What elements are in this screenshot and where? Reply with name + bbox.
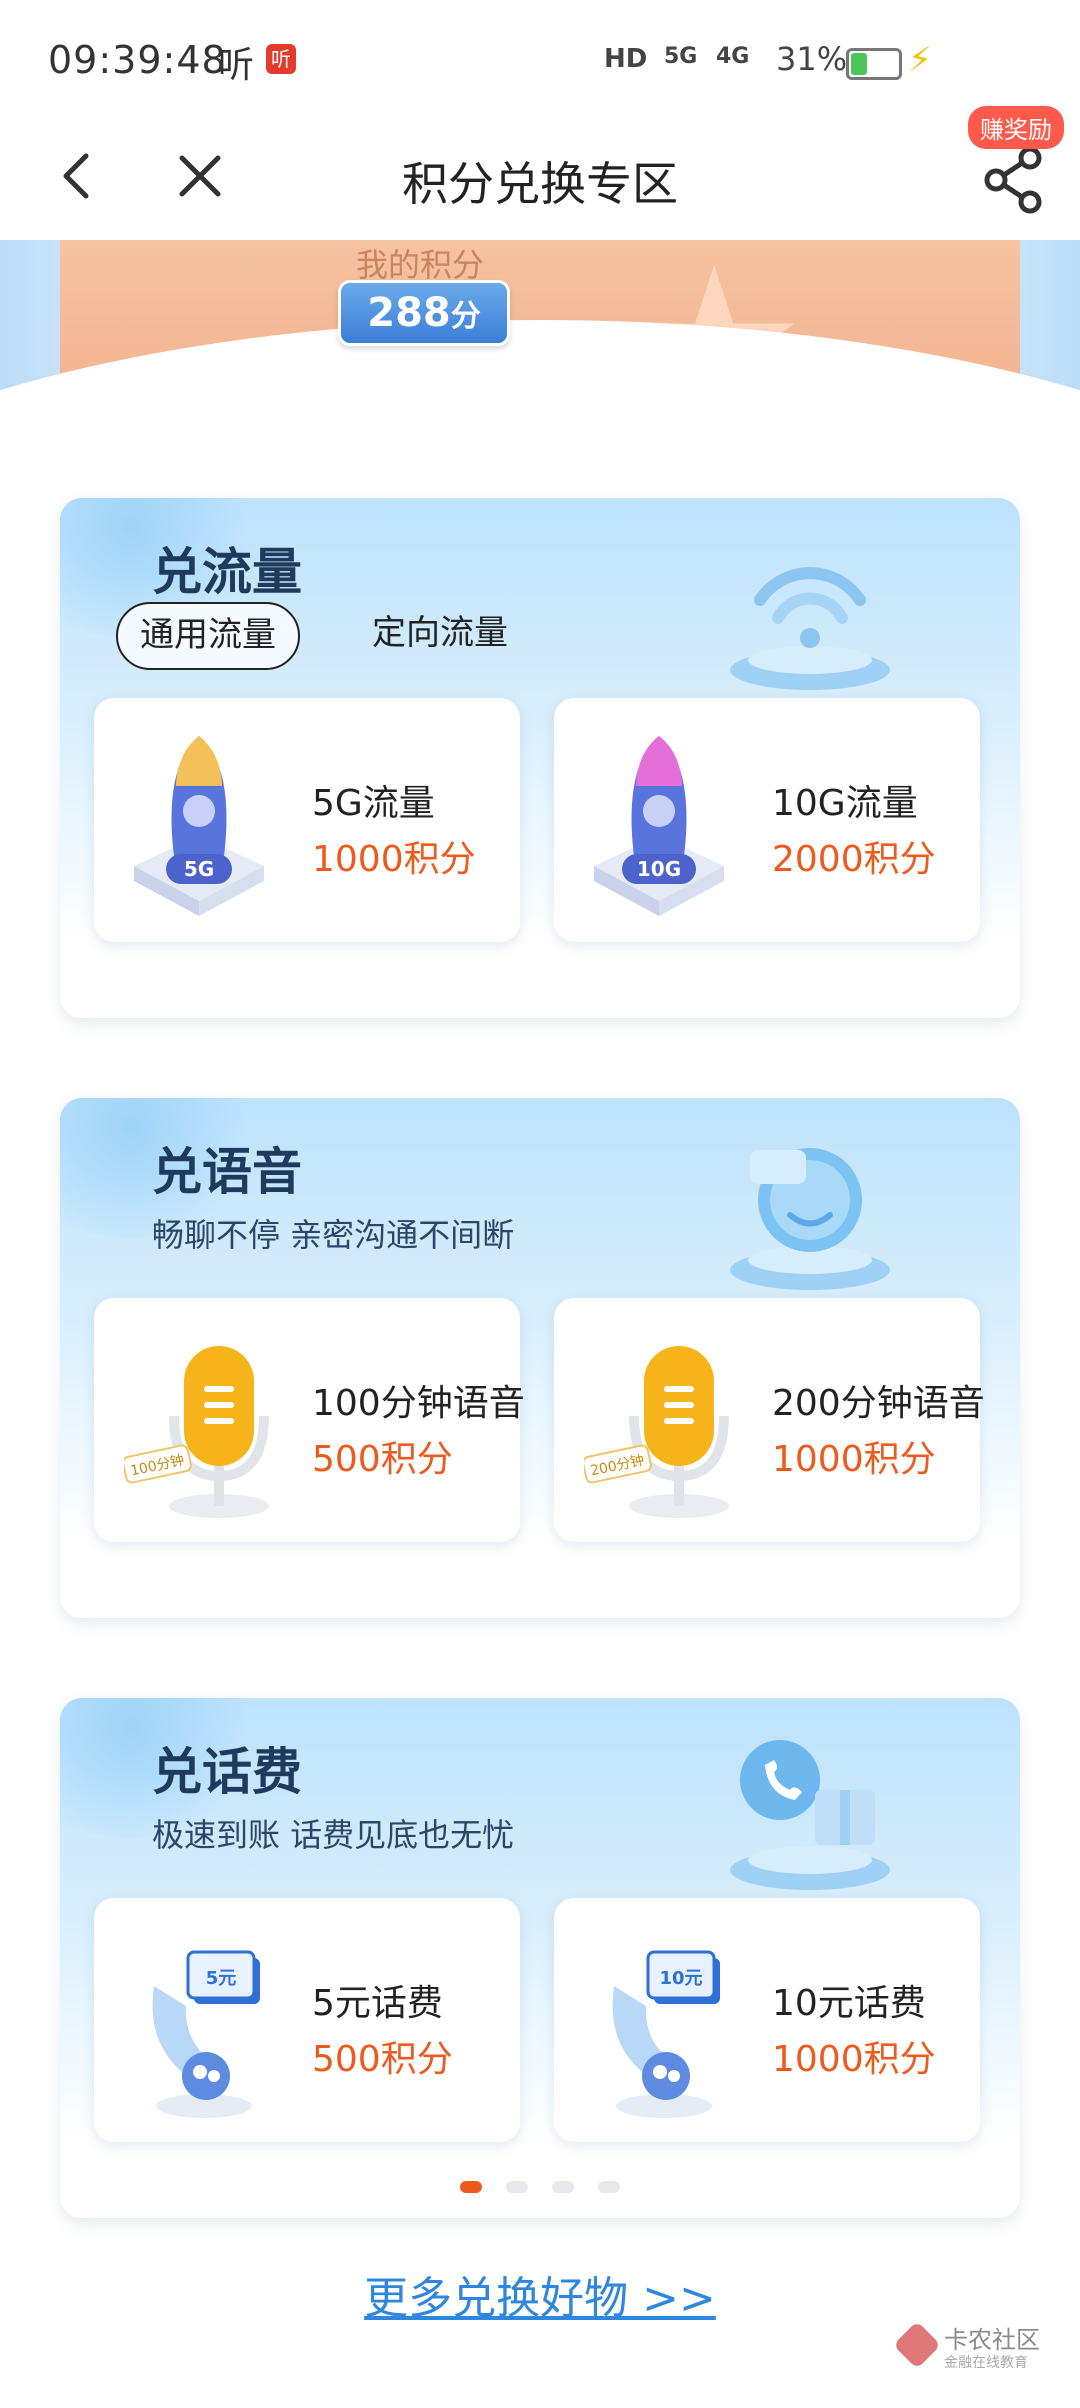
item-name: 10元话费 <box>772 1983 926 2024</box>
watermark-title: 卡农社区 <box>944 2326 1040 2354</box>
points-unit: 分 <box>450 299 481 334</box>
item-points: 1000积分 <box>772 2039 936 2080</box>
status-bar: 09:39:48 听 听 HD 5G 4G 31% ⚡ <box>0 0 1080 120</box>
fee-badge-5: 5元 <box>206 1968 237 1989</box>
item-points: 500积分 <box>312 2039 453 2080</box>
watermark-subtitle: 金融在线教育 <box>944 2355 1028 2371</box>
rocket-badge-5g: 5G <box>184 857 214 881</box>
microphone-icon: 100分钟 <box>124 1346 269 1518</box>
item-name: 100分钟语音 <box>312 1383 525 1424</box>
status-time: 09:39:48 <box>48 38 227 82</box>
tab-directed-flow[interactable]: 定向流量 <box>372 602 508 666</box>
pagination-dot[interactable] <box>506 2181 528 2193</box>
voice-item-200[interactable]: 200分钟 200分钟语音 1000积分 <box>554 1298 985 1542</box>
battery-icon <box>846 48 902 80</box>
chat-bubble-icon <box>730 1148 890 1290</box>
points-banner: ★ 我的积分 288分 <box>0 240 1080 440</box>
wifi-platform-icon <box>730 567 890 690</box>
tab-general-flow[interactable]: 通用流量 <box>116 602 300 670</box>
page-title: 积分兑换专区 <box>402 157 678 211</box>
rocket-badge-10g: 10G <box>637 857 681 881</box>
phone-gift-icon <box>730 1740 890 1890</box>
points-number: 288 <box>367 290 451 336</box>
flow-item-5g[interactable]: 5G 5G流量 1000积分 <box>94 698 520 942</box>
voice-section-subtitle: 畅聊不停 亲密沟通不间断 <box>152 1216 515 1254</box>
charging-icon: ⚡ <box>908 40 932 80</box>
item-name: 5元话费 <box>312 1983 443 2024</box>
watermark-logo-icon <box>892 2320 942 2370</box>
battery-percent: 31% <box>776 40 848 78</box>
voice-section-title: 兑语音 <box>152 1143 302 1201</box>
fee-item-10[interactable]: 10元 10元话费 1000积分 <box>554 1898 980 2142</box>
phone-handset-icon: 10元 <box>612 1950 720 2118</box>
fee-section-title: 兑话费 <box>152 1743 302 1801</box>
rocket-icon: 10G <box>594 736 724 916</box>
item-points: 1000积分 <box>772 1439 936 1480</box>
microphone-icon: 200分钟 <box>584 1346 729 1518</box>
fee-badge-10: 10元 <box>659 1968 702 1989</box>
flow-section: 兑流量 通用流量 定向流量 5G 5G流量 1000积分 10G 10G流量 2… <box>60 498 1020 1018</box>
share-icon[interactable] <box>980 144 1050 214</box>
nav-header: 积分兑换专区 赚奖励 <box>0 106 1080 240</box>
item-points: 1000积分 <box>312 839 476 880</box>
item-name: 200分钟语音 <box>772 1383 985 1424</box>
listen-app-badge-icon: 听 <box>266 44 296 74</box>
item-name: 10G流量 <box>772 783 918 824</box>
pagination-dot[interactable] <box>552 2181 574 2193</box>
reward-badge[interactable]: 赚奖励 <box>968 106 1064 149</box>
my-points-value: 288分 <box>338 280 510 346</box>
hd-signal-icon: HD <box>604 44 648 74</box>
5g-signal-icon: 5G <box>664 44 698 69</box>
voice-section: 兑语音 畅聊不停 亲密沟通不间断 100分钟 100分钟语音 500积分 200… <box>60 1098 1020 1618</box>
carousel-pagination <box>60 2178 1020 2197</box>
fee-item-5[interactable]: 5元 5元话费 500积分 <box>94 1898 520 2142</box>
item-points: 500积分 <box>312 1439 453 1480</box>
fee-section-subtitle: 极速到账 话费见底也无忧 <box>152 1816 515 1854</box>
rocket-icon: 5G <box>134 736 264 916</box>
item-name: 5G流量 <box>312 783 435 824</box>
pagination-dot[interactable] <box>460 2181 482 2193</box>
more-exchange-link[interactable]: 更多兑换好物 >> <box>0 2262 1080 2326</box>
item-points: 2000积分 <box>772 839 936 880</box>
phone-handset-icon: 5元 <box>152 1950 260 2118</box>
4g-signal-icon: 4G <box>716 44 750 69</box>
voice-item-100[interactable]: 100分钟 100分钟语音 500积分 <box>94 1298 525 1542</box>
listen-app-icon: 听 <box>218 45 255 86</box>
fee-section: 兑话费 极速到账 话费见底也无忧 5元 5元话费 500积分 10元 10元话费… <box>60 1698 1020 2218</box>
flow-item-10g[interactable]: 10G 10G流量 2000积分 <box>554 698 980 942</box>
flow-section-title: 兑流量 <box>152 543 302 601</box>
watermark: 卡农社区 金融在线教育 <box>892 2320 1050 2380</box>
pagination-dot[interactable] <box>598 2181 620 2193</box>
